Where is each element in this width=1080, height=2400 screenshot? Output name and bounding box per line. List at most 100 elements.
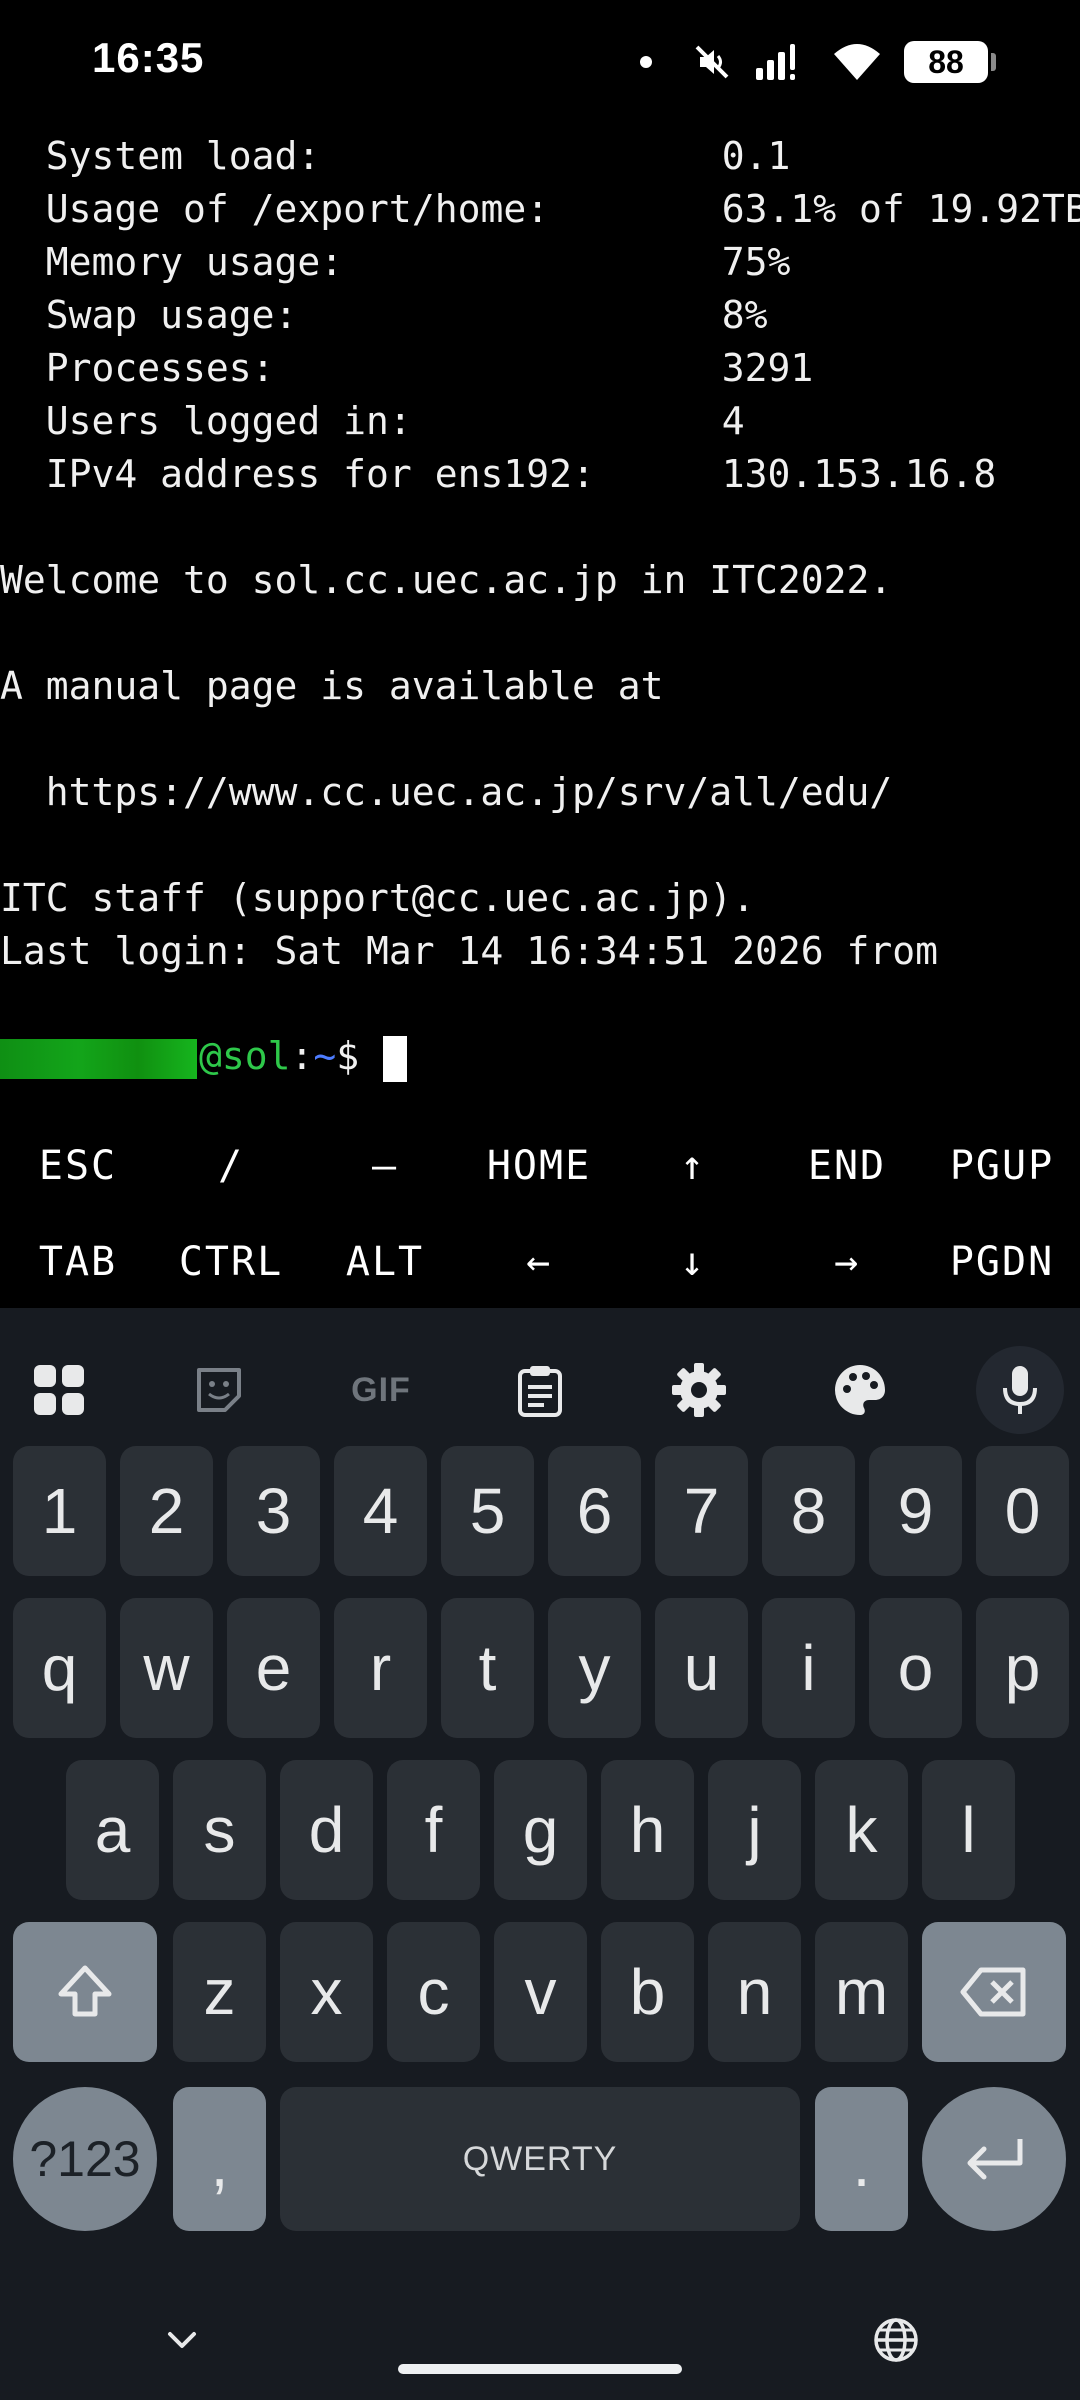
hide-keyboard-chevron-icon[interactable] [150,2308,214,2372]
down-arrow-key[interactable]: ↓ [616,1214,770,1310]
welcome-text: Welcome to sol.cc.uec.ac.jp in ITC2022. [0,558,893,602]
pgup-key[interactable]: PGUP [924,1118,1080,1214]
key-q[interactable]: q [13,1598,106,1738]
slash-key[interactable]: / [154,1118,308,1214]
key-w[interactable]: w [120,1598,213,1738]
dash-key[interactable]: — [308,1118,462,1214]
staff-text: ITC staff (support@cc.uec.ac.jp). [0,876,755,920]
extra-keys-bar: ESC / — HOME ↑ END PGUP TAB CTRL ALT ← ↓… [0,1118,1080,1308]
key-v[interactable]: v [494,1922,587,2062]
sysinfo-value: 3291 [721,346,814,390]
key-a[interactable]: a [66,1760,159,1900]
battery-level: 88 [928,43,964,80]
key-4[interactable]: 4 [334,1446,427,1576]
tab-key[interactable]: TAB [0,1214,156,1310]
gif-icon[interactable]: GIF [338,1348,424,1432]
palette-icon[interactable] [818,1348,902,1432]
period-key[interactable]: . [815,2087,908,2231]
sysinfo-label: Swap usage: [45,293,298,337]
key-2[interactable]: 2 [120,1446,213,1576]
manual-text: A manual page is available at [0,664,664,708]
key-h[interactable]: h [601,1760,694,1900]
prompt-separator: : [290,1034,314,1078]
sticker-icon[interactable] [177,1348,261,1432]
backspace-key[interactable] [922,1922,1066,2062]
home-key[interactable]: HOME [462,1118,616,1214]
sysinfo-row: IPv4 address for ens192: 130.153.16.8 [0,448,997,500]
pgdn-key[interactable]: PGDN [924,1214,1080,1310]
key-8[interactable]: 8 [762,1446,855,1576]
status-time: 16:35 [92,34,205,81]
up-arrow-key[interactable]: ↑ [616,1118,770,1214]
key-f[interactable]: f [387,1760,480,1900]
key-1[interactable]: 1 [13,1446,106,1576]
sysinfo-value: 4 [721,399,745,443]
key-x[interactable]: x [280,1922,373,2062]
prompt-path: ~ [313,1034,337,1078]
sysinfo-label: Memory usage: [45,240,344,284]
end-key[interactable]: END [770,1118,924,1214]
left-arrow-key[interactable]: ← [462,1214,616,1310]
wifi-icon [834,44,880,80]
key-e[interactable]: e [227,1598,320,1738]
key-o[interactable]: o [869,1598,962,1738]
key-t[interactable]: t [441,1598,534,1738]
key-g[interactable]: g [494,1760,587,1900]
alt-key[interactable]: ALT [308,1214,462,1310]
soft-keyboard: GIF 1 2 3 4 5 6 7 8 9 0 q w e r t y u i … [0,1308,1080,2400]
key-c[interactable]: c [387,1922,480,2062]
enter-key[interactable] [922,2087,1066,2231]
globe-icon[interactable] [864,2308,928,2372]
esc-key[interactable]: ESC [0,1118,156,1214]
key-5[interactable]: 5 [441,1446,534,1576]
key-m[interactable]: m [815,1922,908,2062]
key-n[interactable]: n [708,1922,801,2062]
manual-url: https://www.cc.uec.ac.jp/srv/all/edu/ [0,770,893,814]
key-k[interactable]: k [815,1760,908,1900]
mic-icon[interactable] [976,1346,1064,1434]
home-handle[interactable] [398,2364,682,2374]
sysinfo-label: Users logged in: [45,399,412,443]
key-9[interactable]: 9 [869,1446,962,1576]
last-login-text: Last login: Sat Mar 14 16:34:51 2026 fro… [0,929,938,973]
status-bar: 16:35 88 [0,0,1080,120]
key-d[interactable]: d [280,1760,373,1900]
key-j[interactable]: j [708,1760,801,1900]
key-0[interactable]: 0 [976,1446,1069,1576]
key-p[interactable]: p [976,1598,1069,1738]
key-r[interactable]: r [334,1598,427,1738]
key-i[interactable]: i [762,1598,855,1738]
signal-icon [756,44,795,80]
settings-icon[interactable] [657,1348,741,1432]
backspace-icon [960,1967,1026,2017]
apps-icon[interactable] [17,1348,101,1432]
key-6[interactable]: 6 [548,1446,641,1576]
sysinfo-label: IPv4 address for ens192: [45,452,595,496]
dot-icon [640,56,652,68]
key-l[interactable]: l [922,1760,1015,1900]
space-key[interactable]: QWERTY [280,2087,800,2231]
key-y[interactable]: y [548,1598,641,1738]
sysinfo-value: 0.1 [721,134,791,178]
key-u[interactable]: u [655,1598,748,1738]
right-arrow-key[interactable]: → [770,1214,924,1310]
sysinfo-row: Processes: 3291 [0,342,814,394]
sysinfo-row: Usage of /export/home: 63.1% of 19.92TB [0,183,1080,235]
comma-key[interactable]: , [173,2087,266,2231]
key-s[interactable]: s [173,1760,266,1900]
symbols-key[interactable]: ?123 [13,2087,157,2231]
sysinfo-row: Memory usage: 75% [0,236,791,288]
key-3[interactable]: 3 [227,1446,320,1576]
enter-icon [967,2139,1023,2180]
clipboard-icon[interactable] [498,1348,582,1432]
terminal-output[interactable]: System load: 0.1 Usage of /export/home: 63… [0,130,1080,1082]
sysinfo-row: Swap usage: 8% [0,289,768,341]
ctrl-key[interactable]: CTRL [154,1214,308,1310]
key-z[interactable]: z [173,1922,266,2062]
key-7[interactable]: 7 [655,1446,748,1576]
key-b[interactable]: b [601,1922,694,2062]
shift-icon [58,1965,112,2017]
redacted-username [0,1038,197,1079]
prompt-line[interactable]: @sol:~$ [0,1030,408,1082]
shift-key[interactable] [13,1922,157,2062]
